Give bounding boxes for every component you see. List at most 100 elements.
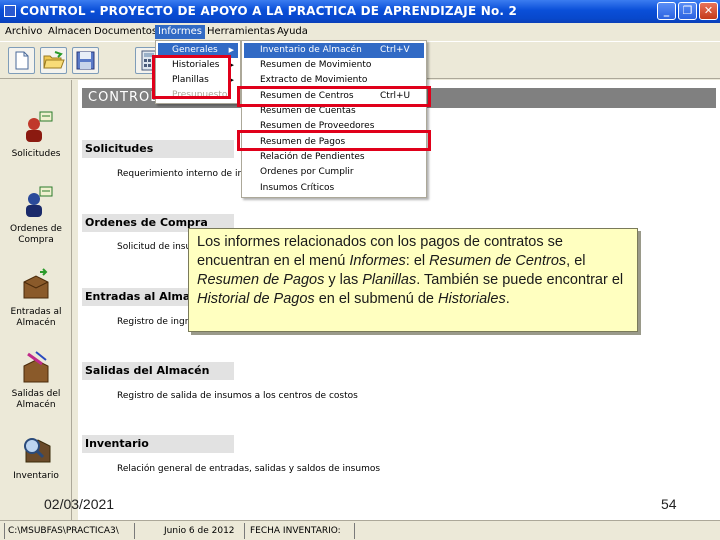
- menu-ayuda[interactable]: Ayuda: [274, 25, 311, 39]
- callout-emphasis: Planillas: [362, 272, 417, 288]
- save-button[interactable]: [72, 47, 99, 74]
- menu-bar: Archivo Almacen Documentos Informes Herr…: [0, 23, 720, 41]
- nav-label-solicitudes: Solicitudes: [11, 149, 61, 159]
- submenu-arrow-icon: ▶: [228, 76, 234, 84]
- menu-herramientas[interactable]: Herramientas: [204, 25, 278, 39]
- callout-text: y las: [324, 272, 363, 288]
- submenu-arrow-icon: ▶: [228, 61, 234, 69]
- new-document-icon: [15, 51, 29, 70]
- submenu-item-label: Resumen de Proveedores: [260, 121, 375, 131]
- status-bar: C:\MSUBFAS\PRACTICA3\ Junio 6 de 2012 FE…: [0, 520, 720, 540]
- save-disk-icon: [76, 51, 95, 70]
- section-desc-salidas-almacen[interactable]: Registro de salida de insumos a los cent…: [117, 391, 358, 401]
- slide-page-number: 54: [661, 496, 677, 512]
- submenu-item-label: Resumen de Pagos: [260, 137, 346, 147]
- callout-text: : el: [405, 253, 430, 269]
- menu-documentos[interactable]: Documentos: [91, 25, 160, 39]
- section-title-solicitudes: Solicitudes: [82, 140, 234, 158]
- callout-emphasis: Resumen de Centros: [429, 253, 567, 269]
- submenu-item-insumos-criticos[interactable]: Insumos Críticos: [244, 181, 424, 196]
- menu-item-generales-label: Generales: [172, 45, 218, 55]
- menu-item-planillas-label: Planillas: [172, 75, 209, 85]
- callout-emphasis: Informes: [349, 253, 406, 269]
- callout-text: .: [505, 291, 510, 307]
- status-separator: [244, 523, 245, 539]
- section-title-inventario: Inventario: [82, 435, 234, 453]
- nav-item-ordenes-compra[interactable]: Ordenes de Compra: [0, 185, 72, 246]
- callout-emphasis: Historiales: [438, 291, 506, 307]
- nav-label-ordenes-compra: Ordenes de Compra: [10, 224, 62, 245]
- window-title: CONTROL - PROYECTO DE APOYO A LA PRACTIC…: [20, 4, 518, 18]
- submenu-item-relacion-pendientes[interactable]: Relación de Pendientes: [244, 150, 424, 165]
- submenu-item-extracto-movimiento[interactable]: Extracto de Movimiento: [244, 73, 424, 88]
- callout-text: . También se puede encontrar el: [416, 272, 624, 288]
- app-icon: [4, 5, 16, 17]
- nav-label-salidas-almacen: Salidas del Almacén: [11, 389, 61, 410]
- status-separator: [354, 523, 355, 539]
- status-separator: [4, 523, 5, 539]
- menu-item-historiales[interactable]: Historiales ▶: [158, 58, 238, 73]
- generales-submenu: Inventario de Almacén Ctrl+V Resumen de …: [241, 40, 427, 198]
- menu-informes[interactable]: Informes: [155, 25, 205, 39]
- submenu-item-resumen-proveedores[interactable]: Resumen de Proveedores: [244, 119, 424, 134]
- nav-item-entradas-almacen[interactable]: Entradas al Almacén: [0, 268, 72, 329]
- status-separator: [134, 523, 135, 539]
- submenu-item-ordenes-cumplir[interactable]: Ordenes por Cumplir: [244, 165, 424, 180]
- title-bar: CONTROL - PROYECTO DE APOYO A LA PRACTIC…: [0, 0, 720, 23]
- informes-dropdown-menu: Generales ▶ Historiales ▶ Planillas ▶ Pr…: [155, 40, 241, 104]
- submenu-item-inventario-almacen[interactable]: Inventario de Almacén Ctrl+V: [244, 43, 424, 58]
- nav-item-salidas-almacen[interactable]: Salidas del Almacén: [0, 350, 72, 411]
- nav-item-solicitudes[interactable]: Solicitudes: [0, 110, 72, 160]
- submenu-item-resumen-centros[interactable]: Resumen de Centros Ctrl+U: [244, 89, 424, 104]
- left-navigation-panel: Solicitudes Ordenes de Compra Entradas a…: [0, 80, 72, 520]
- submenu-item-label: Resumen de Movimiento: [260, 60, 372, 70]
- section-desc-entradas-almacen[interactable]: Registro de ingre: [117, 317, 194, 327]
- menu-item-planillas[interactable]: Planillas ▶: [158, 73, 238, 88]
- status-date: Junio 6 de 2012: [164, 526, 235, 536]
- submenu-item-label: Resumen de Centros: [260, 91, 354, 101]
- submenu-item-label: Extracto de Movimiento: [260, 75, 368, 85]
- entradas-almacen-icon: [23, 268, 49, 299]
- close-button[interactable]: ✕: [699, 2, 718, 20]
- slide-date: 02/03/2021: [44, 496, 115, 512]
- open-folder-icon: [43, 51, 65, 69]
- submenu-item-resumen-movimiento[interactable]: Resumen de Movimiento: [244, 58, 424, 73]
- menu-item-historiales-label: Historiales: [172, 60, 220, 70]
- callout-emphasis: Historial de Pagos: [197, 291, 315, 307]
- submenu-item-resumen-pagos[interactable]: Resumen de Pagos: [244, 135, 424, 150]
- menu-item-generales[interactable]: Generales ▶: [158, 43, 238, 58]
- menu-item-presupuesto-label: Presupuesto: [172, 90, 228, 100]
- ordenes-compra-icon: [26, 186, 53, 217]
- menu-archivo[interactable]: Archivo: [2, 25, 45, 39]
- submenu-item-resumen-cuentas[interactable]: Resumen de Cuentas: [244, 104, 424, 119]
- submenu-item-label: Insumos Críticos: [260, 183, 335, 193]
- section-title-salidas-almacen: Salidas del Almacén: [82, 362, 234, 380]
- section-desc-inventario[interactable]: Relación general de entradas, salidas y …: [117, 464, 380, 474]
- restore-button[interactable]: ❐: [678, 2, 697, 20]
- salidas-almacen-icon: [23, 351, 49, 383]
- shortcut-label: Ctrl+V: [380, 45, 410, 55]
- nav-item-inventario[interactable]: Inventario: [0, 432, 72, 482]
- menu-item-presupuesto: Presupuesto: [158, 88, 238, 103]
- explanation-callout: Los informes relacionados con los pagos …: [188, 228, 638, 332]
- inventario-icon: [24, 438, 51, 463]
- submenu-item-label: Resumen de Cuentas: [260, 106, 356, 116]
- submenu-item-label: Relación de Pendientes: [260, 152, 365, 162]
- section-desc-solicitudes[interactable]: Requerimiento interno de insu: [117, 169, 254, 179]
- open-folder-button[interactable]: [40, 47, 67, 74]
- solicitudes-icon: [26, 111, 53, 142]
- nav-label-entradas-almacen: Entradas al Almacén: [10, 307, 62, 328]
- minimize-button[interactable]: _: [657, 2, 676, 20]
- section-desc-ordenes-compra[interactable]: Solicitud de insu: [117, 242, 191, 252]
- status-path: C:\MSUBFAS\PRACTICA3\: [8, 526, 119, 536]
- nav-label-inventario: Inventario: [13, 471, 59, 481]
- callout-emphasis: Resumen de Pagos: [197, 272, 325, 288]
- new-document-button[interactable]: [8, 47, 35, 74]
- submenu-item-label: Inventario de Almacén: [260, 45, 362, 55]
- status-inventory-field: FECHA INVENTARIO:: [250, 526, 341, 536]
- shortcut-label: Ctrl+U: [380, 91, 411, 101]
- submenu-arrow-icon: ▶: [228, 46, 234, 54]
- callout-text: , el: [566, 253, 586, 269]
- menu-almacen[interactable]: Almacen: [45, 25, 94, 39]
- callout-text: en el submenú de: [314, 291, 439, 307]
